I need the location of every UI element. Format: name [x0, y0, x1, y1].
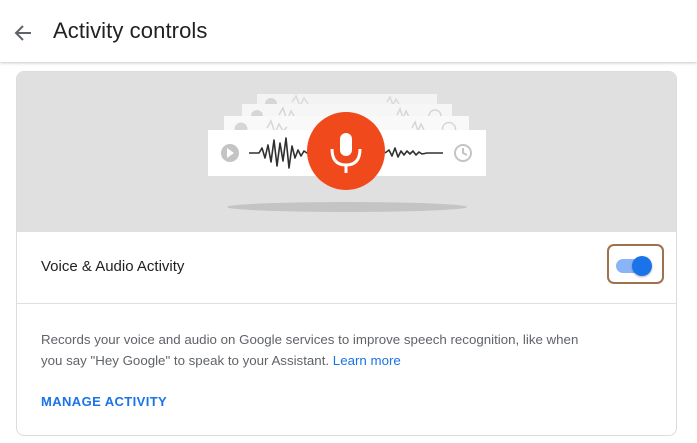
arrow-left-icon: [14, 25, 31, 41]
description-text: Records your voice and audio on Google s…: [41, 332, 579, 368]
illustration-shadow: [227, 202, 467, 212]
back-button[interactable]: [10, 20, 36, 46]
toggle-thumb: [632, 256, 652, 276]
microphone-icon: [307, 112, 385, 190]
activity-description: Records your voice and audio on Google s…: [41, 329, 601, 371]
learn-more-link[interactable]: Learn more: [333, 353, 401, 368]
manage-activity-button[interactable]: MANAGE ACTIVITY: [41, 394, 167, 409]
hero-illustration: [17, 72, 676, 232]
play-icon: [221, 144, 239, 162]
voice-activity-row: Voice & Audio Activity: [17, 232, 676, 304]
voice-activity-label: Voice & Audio Activity: [41, 258, 185, 275]
top-app-bar: Activity controls: [0, 0, 697, 62]
voice-activity-card: Voice & Audio Activity Records your voic…: [16, 71, 677, 436]
page-title: Activity controls: [53, 18, 208, 43]
voice-activity-toggle[interactable]: [616, 256, 652, 276]
